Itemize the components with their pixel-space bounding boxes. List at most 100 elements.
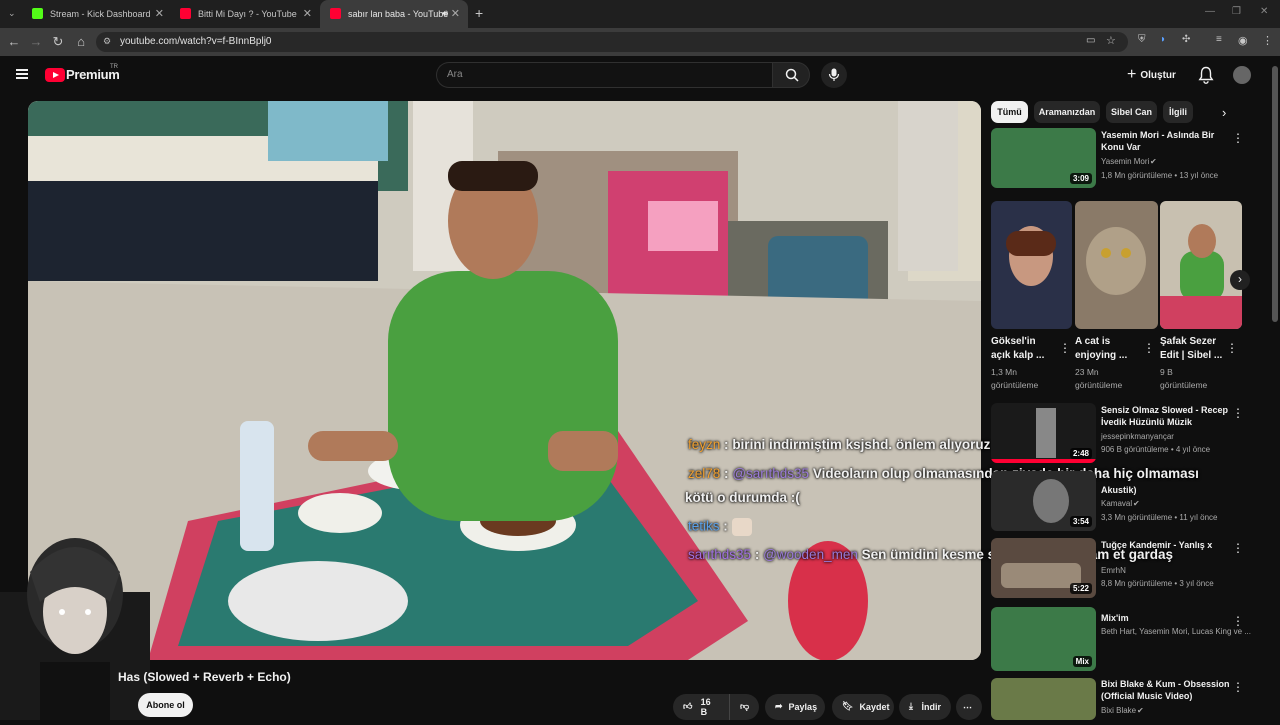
duration-badge: 3:54 bbox=[1069, 516, 1092, 527]
video-thumbnail[interactable]: 5:22 bbox=[991, 538, 1096, 598]
chip-related[interactable]: İlgili bbox=[1163, 101, 1193, 123]
video-title[interactable]: Bixi Blake & Kum - Obsession (Official M… bbox=[1101, 678, 1233, 702]
reload-icon[interactable]: ↻ bbox=[50, 34, 66, 50]
close-tab-icon[interactable]: ✕ bbox=[303, 7, 312, 20]
site-info-icon[interactable]: ⚙ bbox=[103, 36, 111, 47]
close-window-icon[interactable]: ✕ bbox=[1260, 6, 1268, 17]
chat-username: tetiks bbox=[688, 518, 720, 534]
chip-from-your-search[interactable]: Aramanızdan bbox=[1034, 101, 1100, 123]
account-avatar[interactable] bbox=[1233, 66, 1251, 84]
download-button[interactable]: ⤓ İndir bbox=[899, 694, 951, 720]
page-scrollbar[interactable] bbox=[1272, 66, 1278, 322]
short-views: 9 B bbox=[1160, 367, 1173, 377]
short-thumbnail[interactable] bbox=[1160, 201, 1242, 329]
more-vert-icon[interactable]: ⋮ bbox=[1143, 342, 1155, 354]
media-controls-icon[interactable]: ≡ bbox=[1216, 34, 1222, 45]
subscribe-button[interactable]: Abone ol bbox=[138, 693, 193, 717]
chat-separator: : bbox=[754, 547, 760, 562]
chat-text: birini indirmiştim ksjshd. önlem alıyoru… bbox=[732, 437, 991, 452]
bookmark-star-icon[interactable]: ☆ bbox=[1106, 34, 1116, 47]
video-thumbnail[interactable] bbox=[991, 678, 1096, 720]
audio-extension-icon[interactable]: ◗ bbox=[1160, 34, 1166, 45]
more-vert-icon[interactable]: ⋮ bbox=[1059, 342, 1071, 354]
hamburger-menu-icon[interactable] bbox=[16, 69, 28, 79]
minimize-icon[interactable]: — bbox=[1205, 6, 1215, 17]
share-button[interactable]: ➦ Paylaş bbox=[765, 694, 825, 720]
short-views: 23 Mn bbox=[1075, 367, 1099, 377]
audio-playing-icon[interactable]: 🔊︎ bbox=[442, 8, 448, 19]
video-meta: 8,8 Mn görüntüleme • 3 yıl önce bbox=[1101, 579, 1214, 588]
video-title[interactable]: Yasemin Mori - Aslında Bir Konu Var bbox=[1101, 129, 1233, 153]
channel-name[interactable]: Bixi Blake bbox=[1101, 706, 1136, 715]
save-button[interactable]: 🔖︎ Kaydet bbox=[832, 694, 894, 720]
close-tab-icon[interactable]: ✕ bbox=[451, 7, 460, 20]
tab-kick-dashboard[interactable]: Stream - Kick Dashboard ✕ bbox=[22, 0, 172, 28]
youtube-logo-icon[interactable] bbox=[45, 68, 65, 82]
back-icon[interactable]: ← bbox=[6, 34, 22, 50]
region-code: TR bbox=[110, 64, 118, 70]
mix-title[interactable]: Mix'im bbox=[1101, 612, 1233, 624]
mix-badge: Mix bbox=[1072, 656, 1092, 667]
more-vert-icon[interactable]: ⋮ bbox=[1232, 681, 1244, 693]
chat-emote-icon bbox=[731, 518, 752, 536]
tab-sabir-lan-baba[interactable]: sabır lan baba - YouTube 🔊︎ ✕ bbox=[320, 0, 468, 28]
like-button[interactable]: 👍︎ 16 B bbox=[673, 694, 729, 720]
channel-name[interactable]: Kamaval bbox=[1101, 499, 1132, 508]
profile-icon[interactable]: ◉ bbox=[1238, 34, 1248, 47]
channel-name[interactable]: jessepinkmanyançar bbox=[1101, 432, 1174, 441]
video-thumbnail[interactable]: 3:09 bbox=[991, 128, 1096, 188]
tab-bitti-mi-dayi[interactable]: Bitti Mi Dayı ? - YouTube ✕ bbox=[170, 0, 320, 28]
streamer-webcam-overlay bbox=[0, 532, 150, 720]
chip-all[interactable]: Tümü bbox=[991, 101, 1028, 123]
short-title[interactable]: Şafak Sezer Edit | Sibel ... bbox=[1160, 335, 1226, 363]
short-title[interactable]: Göksel'in açık kalp ... bbox=[991, 335, 1057, 363]
youtube-favicon-icon bbox=[180, 8, 191, 19]
dislike-button[interactable]: 👎︎ bbox=[729, 694, 759, 720]
video-thumbnail[interactable]: 2:48 bbox=[991, 403, 1096, 463]
maximize-icon[interactable]: ❐ bbox=[1232, 6, 1241, 17]
forward-icon[interactable]: → bbox=[28, 34, 44, 50]
home-icon[interactable]: ⌂ bbox=[73, 34, 89, 50]
shorts-next-icon[interactable]: › bbox=[1230, 270, 1250, 290]
tab-list-icon[interactable]: ⌄ bbox=[8, 8, 16, 19]
more-vert-icon[interactable]: ⋮ bbox=[1226, 342, 1238, 354]
notifications-bell-icon[interactable] bbox=[1198, 66, 1214, 84]
video-thumbnail[interactable]: 3:54 bbox=[991, 471, 1096, 531]
tab-label: Bitti Mi Dayı ? - YouTube bbox=[198, 9, 297, 19]
chip-sibel-can[interactable]: Sibel Can bbox=[1106, 101, 1157, 123]
verified-icon: ✔ bbox=[1133, 499, 1140, 508]
mix-thumbnail[interactable]: Mix bbox=[991, 607, 1096, 671]
short-title[interactable]: A cat is enjoying ... bbox=[1075, 335, 1141, 363]
create-button[interactable]: + Oluştur bbox=[1127, 65, 1176, 85]
voice-search-button[interactable] bbox=[821, 62, 847, 88]
url-text[interactable]: youtube.com/watch?v=f-BInnBplj0 bbox=[120, 36, 271, 47]
video-player[interactable] bbox=[28, 101, 981, 660]
chips-next-icon[interactable]: › bbox=[1222, 105, 1226, 120]
thumbs-down-icon: 👎︎ bbox=[740, 701, 750, 711]
extensions-icon[interactable]: ✣ bbox=[1182, 34, 1190, 45]
search-icon bbox=[785, 68, 799, 82]
more-vert-icon[interactable]: ⋮ bbox=[1232, 132, 1244, 144]
video-title[interactable]: Akustik) bbox=[1101, 484, 1233, 496]
youtube-favicon-icon bbox=[330, 8, 341, 19]
share-label: Paylaş bbox=[788, 702, 818, 712]
search-placeholder: Ara bbox=[447, 69, 463, 80]
browser-menu-icon[interactable]: ⋮ bbox=[1262, 34, 1273, 47]
more-vert-icon[interactable]: ⋮ bbox=[1232, 407, 1244, 419]
shield-extension-icon[interactable]: ⛨ bbox=[1138, 34, 1146, 45]
close-tab-icon[interactable]: ✕ bbox=[155, 7, 164, 20]
video-title[interactable]: Sensiz Olmaz Slowed - Recep İvedik Hüzün… bbox=[1101, 404, 1233, 428]
channel-name[interactable]: Yasemin Mori bbox=[1101, 157, 1149, 166]
short-thumbnail[interactable] bbox=[991, 201, 1072, 329]
more-vert-icon[interactable]: ⋮ bbox=[1232, 615, 1244, 627]
create-label: Oluştur bbox=[1140, 69, 1176, 81]
cast-icon[interactable]: ▭ bbox=[1086, 35, 1095, 46]
short-thumbnail[interactable] bbox=[1075, 201, 1158, 329]
new-tab-icon[interactable]: + bbox=[475, 5, 483, 21]
search-button[interactable] bbox=[772, 62, 810, 88]
more-vert-icon[interactable]: ⋮ bbox=[1232, 542, 1244, 554]
search-input[interactable] bbox=[436, 62, 772, 88]
channel-name[interactable]: EmrhN bbox=[1101, 566, 1126, 575]
more-actions-button[interactable]: ⋯ bbox=[956, 694, 982, 720]
video-title[interactable]: Tuğçe Kandemir - Yanlış x bbox=[1101, 539, 1233, 551]
